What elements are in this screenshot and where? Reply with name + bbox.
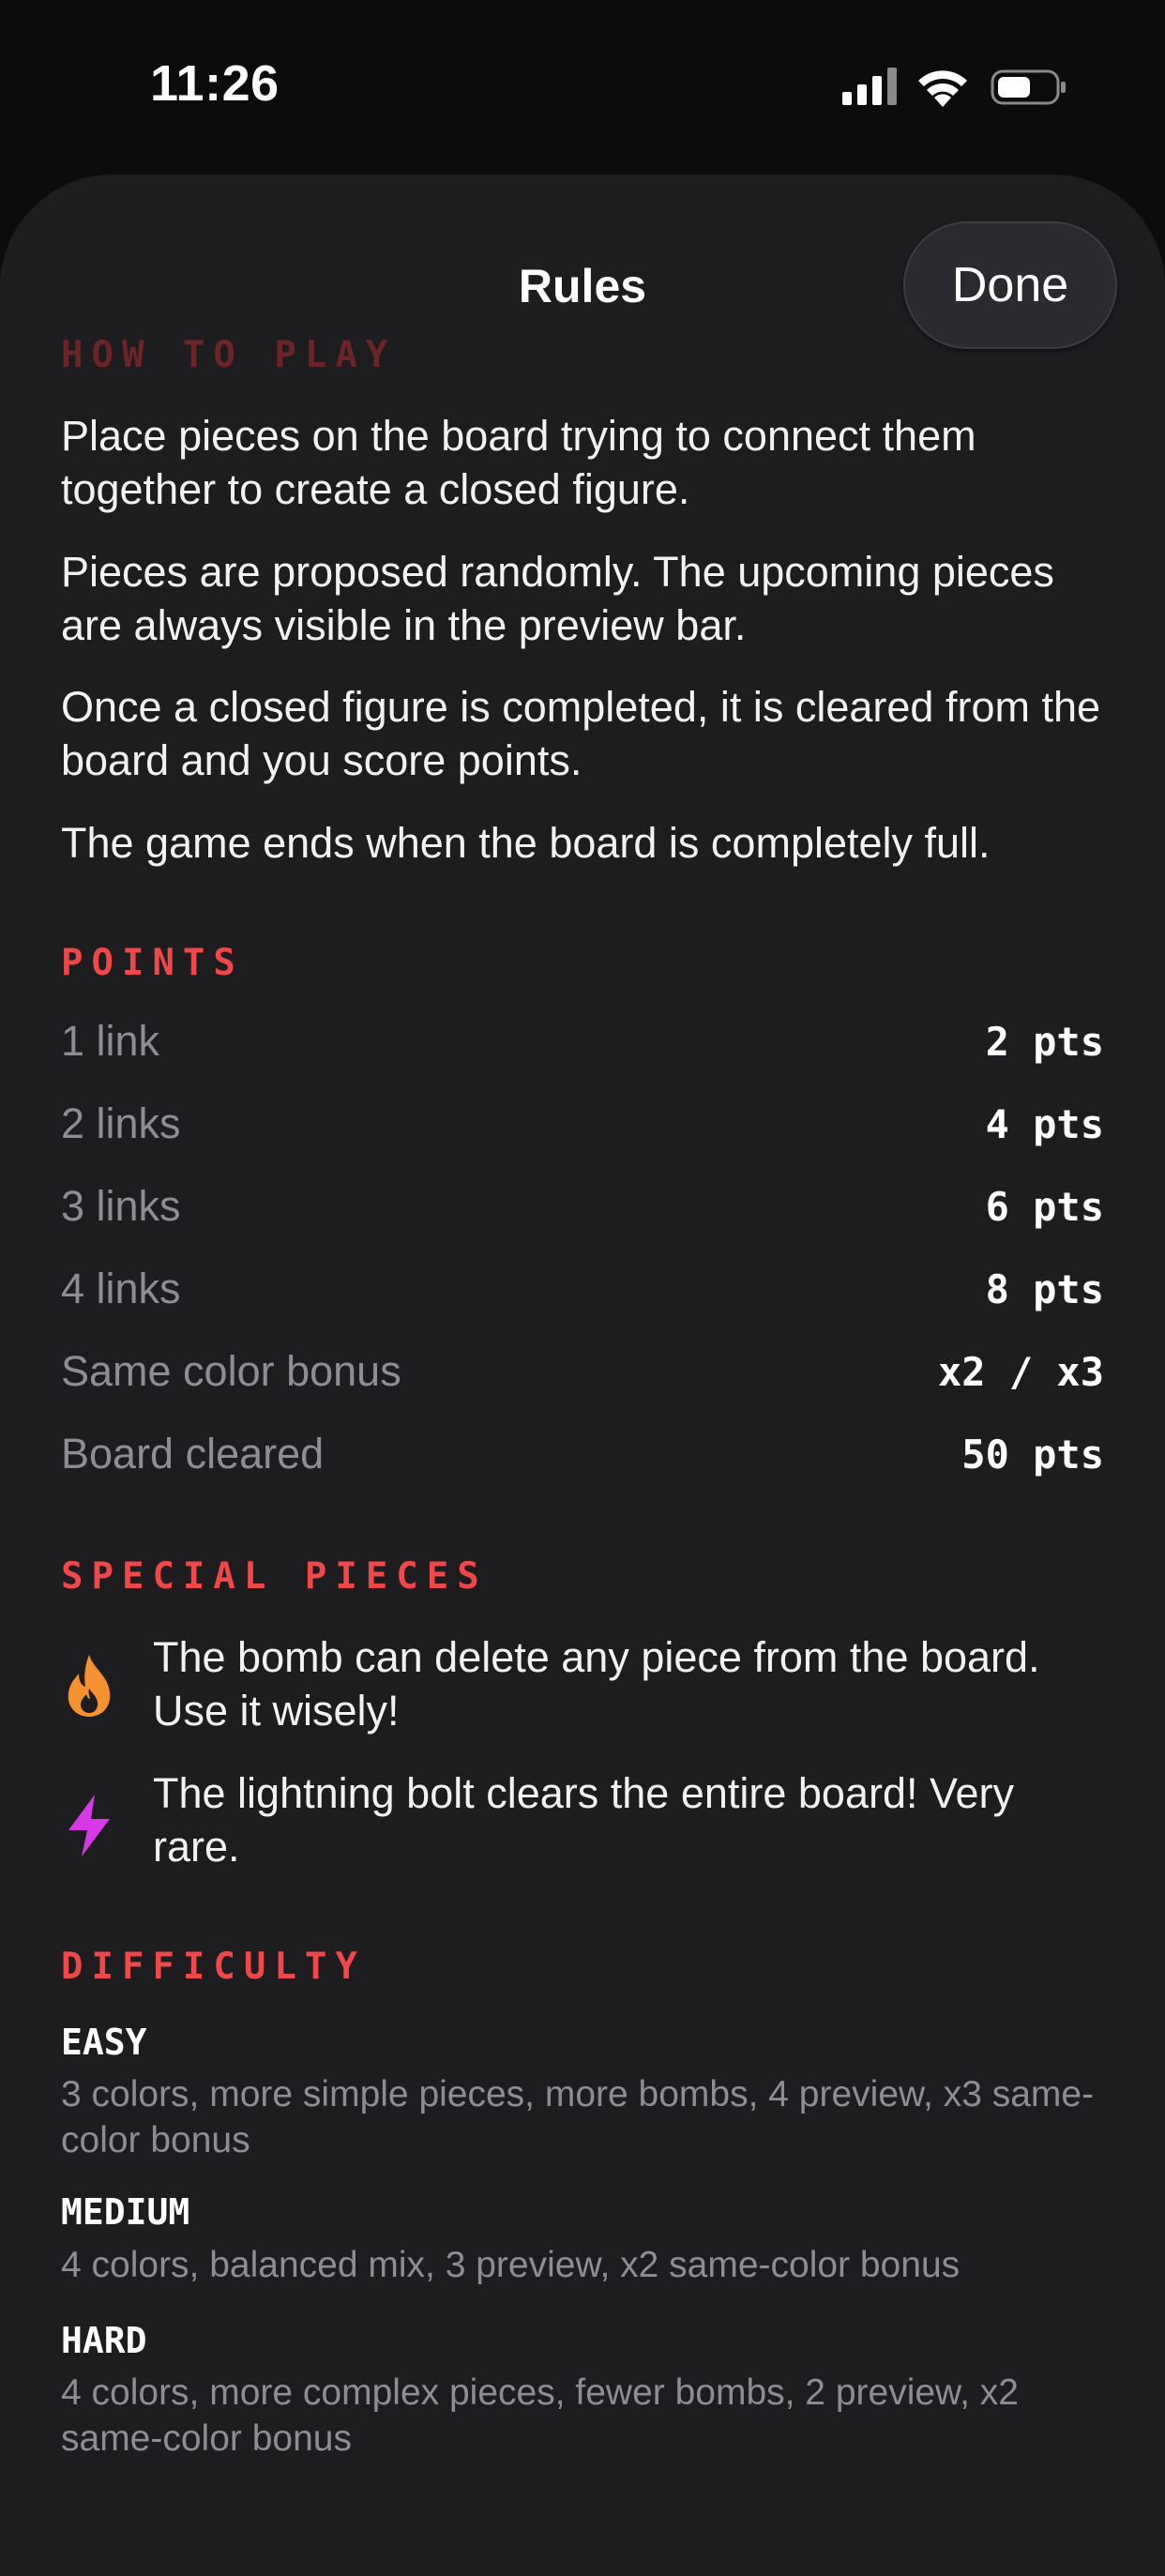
status-bar: 11:26 <box>0 0 1165 169</box>
points-value: 4 pts <box>985 1101 1104 1147</box>
battery-icon <box>991 69 1066 105</box>
wifi-icon <box>918 70 967 107</box>
how-to-play-header: HOW TO PLAY <box>61 334 397 376</box>
points-row: Same color bonus x2 / x3 <box>61 1347 1104 1403</box>
flame-icon <box>68 1655 111 1717</box>
points-value: 50 pts <box>961 1432 1104 1477</box>
how-to-play-paragraph: The game ends when the board is complete… <box>61 819 991 867</box>
points-row: 4 links 8 pts <box>61 1265 1104 1321</box>
difficulty-name: EASY <box>61 2022 147 2063</box>
difficulty-description: 4 colors, more complex pieces, fewer bom… <box>61 2372 1019 2459</box>
status-time: 11:26 <box>150 55 280 112</box>
difficulty-name: MEDIUM <box>61 2191 190 2233</box>
done-button[interactable]: Done <box>903 221 1117 349</box>
points-label: Same color bonus <box>61 1347 401 1395</box>
status-icons <box>842 66 1067 109</box>
points-row: 2 links 4 pts <box>61 1099 1104 1156</box>
points-row: 1 link 2 pts <box>61 1017 1104 1073</box>
difficulty-header: DIFFICULTY <box>61 1946 366 1988</box>
points-row: Board cleared 50 pts <box>61 1430 1104 1486</box>
points-value: 6 pts <box>985 1184 1104 1230</box>
special-pieces-header: SPECIAL PIECES <box>61 1555 488 1598</box>
special-piece-lightning: The lightning bolt clears the entire boa… <box>61 1766 1104 1879</box>
points-label: 4 links <box>61 1265 181 1312</box>
bottom-fade <box>0 2492 1165 2576</box>
rules-sheet: Rules Done HOW TO PLAY Place pieces on t… <box>0 174 1165 2576</box>
difficulty-description: 3 colors, more simple pieces, more bombs… <box>61 2074 1095 2160</box>
special-piece-text: The bomb can delete any piece from the b… <box>153 1633 1040 1735</box>
how-to-play-paragraph: Place pieces on the board trying to conn… <box>61 412 976 513</box>
cellular-signal-icon <box>842 68 897 105</box>
how-to-play-paragraph: Once a closed figure is completed, it is… <box>61 683 1101 784</box>
points-value: 8 pts <box>985 1266 1104 1312</box>
points-row: 3 links 6 pts <box>61 1182 1104 1238</box>
points-value: 2 pts <box>985 1019 1104 1065</box>
points-label: 1 link <box>61 1017 160 1065</box>
difficulty-description: 4 colors, balanced mix, 3 preview, x2 sa… <box>61 2245 961 2285</box>
difficulty-name: HARD <box>61 2320 147 2361</box>
points-header: POINTS <box>61 942 244 984</box>
points-value: x2 / x3 <box>937 1349 1104 1395</box>
how-to-play-paragraph: Pieces are proposed randomly. The upcomi… <box>61 548 1054 649</box>
points-label: 2 links <box>61 1099 181 1147</box>
points-label: 3 links <box>61 1182 181 1230</box>
special-piece-bomb: The bomb can delete any piece from the b… <box>61 1630 1104 1743</box>
lightning-bolt-icon <box>68 1795 110 1856</box>
points-label: Board cleared <box>61 1430 325 1477</box>
special-piece-text: The lightning bolt clears the entire boa… <box>153 1769 1015 1871</box>
